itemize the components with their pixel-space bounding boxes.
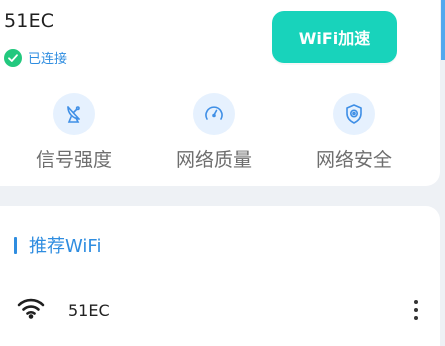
feature-label: 网络安全 xyxy=(315,149,392,171)
more-options-icon[interactable] xyxy=(406,300,426,320)
feature-network-security[interactable]: 网络安全 xyxy=(294,93,414,172)
connection-status-text: 已连接 xyxy=(28,52,68,67)
wifi-boost-button[interactable]: WiFi加速 xyxy=(272,11,397,63)
feature-label: 信号强度 xyxy=(35,149,112,171)
shield-icon xyxy=(333,93,375,135)
section-title: 推荐WiFi xyxy=(29,236,102,257)
scroll-edge-indicator xyxy=(441,0,445,60)
section-header: 推荐WiFi xyxy=(14,232,101,258)
wifi-icon xyxy=(16,297,46,323)
feature-signal-strength[interactable]: 信号强度 xyxy=(14,93,134,172)
connection-status: 已连接 xyxy=(4,48,67,67)
satellite-dish-icon xyxy=(53,93,95,135)
wifi-name: 51EC xyxy=(68,300,110,320)
check-icon xyxy=(4,48,22,67)
section-accent-bar xyxy=(14,236,17,254)
network-ssid: 51EC xyxy=(4,10,55,32)
speedometer-icon xyxy=(193,93,235,135)
current-network-card: 51EC 已连接 WiFi加速 信号强度 网络质量 网络安全 xyxy=(0,0,440,186)
feature-label: 网络质量 xyxy=(175,149,252,171)
recommended-wifi-card: 推荐WiFi 51EC xyxy=(0,206,440,346)
wifi-list-item[interactable]: 51EC xyxy=(16,292,426,328)
feature-network-quality[interactable]: 网络质量 xyxy=(154,93,274,172)
